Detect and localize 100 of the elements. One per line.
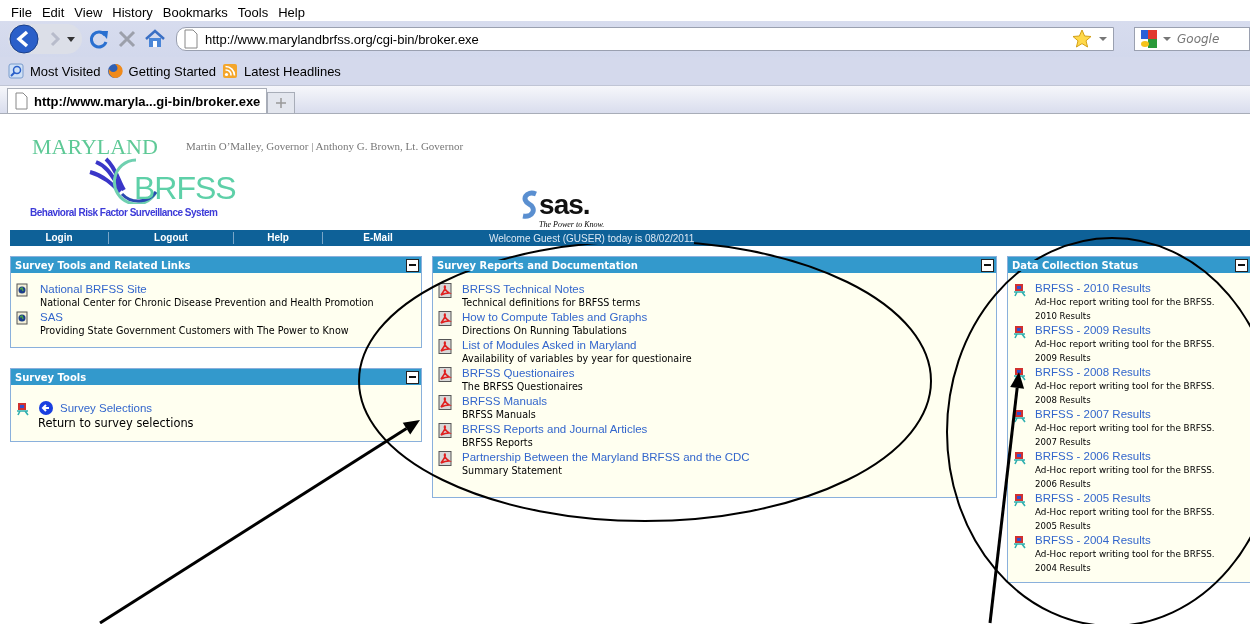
welcome-text: Welcome Guest (GUSER) today is 08/02/2011	[489, 232, 695, 244]
swirl-icon	[521, 190, 540, 220]
item-link[interactable]: SAS	[40, 310, 349, 324]
rss-icon	[222, 63, 239, 79]
bookmark-link[interactable]: Most Visited	[8, 63, 101, 79]
menu-item[interactable]: Bookmarks	[157, 5, 233, 20]
minimize-button[interactable]	[1235, 258, 1248, 272]
browser-tab[interactable]: http://www.maryla...gi-bin/broker.exe	[7, 88, 268, 113]
computer-icon	[1013, 324, 1027, 339]
star-icon	[1071, 28, 1093, 50]
item-link[interactable]: BRFSS - 2008 Results	[1035, 365, 1215, 379]
page-icon	[14, 92, 28, 110]
search-input[interactable]: Google	[1173, 32, 1239, 46]
nav-link[interactable]: Logout	[109, 232, 234, 244]
program-logo: BRFSS	[134, 172, 236, 204]
item-note: 2005 Results	[1035, 520, 1092, 532]
menu-item[interactable]: Help	[273, 5, 310, 20]
item-description: Providing State Government Customers with The Power to Know	[40, 324, 349, 338]
pdf-icon	[438, 311, 452, 326]
item-link[interactable]: BRFSS Technical Notes	[462, 282, 641, 296]
url-input[interactable]: http://www.marylandbrfss.org/cgi-bin/broker.exe	[205, 31, 1065, 47]
pdf-icon	[438, 451, 452, 466]
item-description: Ad-Hoc report writing tool for the BRFSS.	[1035, 506, 1215, 519]
item-link[interactable]: BRFSS - 2009 Results	[1035, 323, 1215, 337]
item-note: 2006 Results	[1035, 478, 1092, 490]
minimize-button[interactable]	[981, 258, 994, 272]
item-link[interactable]: National BRFSS Site	[40, 282, 374, 296]
fox-globe-icon	[106, 63, 123, 79]
nav-link[interactable]: Help	[234, 232, 323, 244]
panel-title: Survey Reports and Documentation	[437, 259, 638, 271]
menu-item[interactable]: Tools	[232, 5, 274, 20]
nav-link[interactable]: E-Mail	[323, 232, 433, 244]
item-note: 2008 Results	[1035, 394, 1092, 406]
item-description: Technical definitions for BRFSS terms	[462, 296, 641, 310]
nav-link[interactable]: Login	[10, 232, 109, 244]
pdf-icon	[438, 283, 452, 298]
globe-document-icon	[16, 283, 30, 298]
search-field[interactable]: Google	[1134, 27, 1250, 51]
item-note: 2009 Results	[1035, 352, 1092, 364]
item-description: Ad-Hoc report writing tool for the BRFSS.	[1035, 338, 1215, 351]
vendor-logo: sas.	[539, 193, 590, 217]
menu-item[interactable]: View	[69, 5, 108, 20]
panel-title: Survey Tools	[15, 371, 87, 383]
vendor-tagline: The Power to Know.	[539, 220, 605, 229]
menu-item[interactable]: History	[107, 5, 158, 20]
pdf-icon	[438, 339, 452, 354]
item-description: Ad-Hoc report writing tool for the BRFSS.	[1035, 464, 1215, 477]
minimize-button[interactable]	[406, 258, 419, 272]
item-description: Ad-Hoc report writing tool for the BRFSS.	[1035, 548, 1215, 561]
address-field[interactable]: http://www.marylandbrfss.org/cgi-bin/broker.exe	[176, 27, 1114, 51]
page-icon	[183, 29, 199, 49]
item-link[interactable]: BRFSS Questionaires	[462, 366, 583, 380]
item-description: Ad-Hoc report writing tool for the BRFSS.	[1035, 422, 1215, 435]
panel-title: Data Collection Status	[1012, 259, 1139, 271]
computer-icon	[16, 401, 30, 416]
item-note: 2010 Results	[1035, 310, 1092, 322]
item-link[interactable]: BRFSS - 2006 Results	[1035, 449, 1215, 463]
pdf-icon	[438, 395, 452, 410]
item-link[interactable]: BRFSS - 2004 Results	[1035, 533, 1215, 547]
item-link[interactable]: BRFSS Manuals	[462, 394, 547, 408]
menu-item[interactable]: Edit	[36, 5, 70, 20]
globe-document-icon	[16, 311, 30, 326]
item-link[interactable]: Partnership Between the Maryland BRFSS and the CDC	[462, 450, 750, 464]
item-link[interactable]: BRFSS Reports and Journal Articles	[462, 422, 648, 436]
item-link[interactable]: How to Compute Tables and Graphs	[462, 310, 648, 324]
program-name: Behavioral Risk Factor Surveillance System	[30, 206, 218, 219]
menu-item[interactable]: File	[6, 5, 37, 20]
pdf-icon	[438, 367, 452, 382]
item-description: Directions On Running Tabulations	[462, 324, 628, 338]
item-description: National Center for Chronic Disease Prevention and Health Promotion	[40, 296, 374, 310]
minimize-button[interactable]	[406, 370, 419, 384]
reload-icon[interactable]	[88, 28, 110, 50]
item-link[interactable]: Survey Selections	[60, 401, 153, 415]
item-link[interactable]: List of Modules Asked in Maryland	[462, 338, 692, 352]
item-link[interactable]: BRFSS - 2007 Results	[1035, 407, 1215, 421]
item-link[interactable]: BRFSS - 2005 Results	[1035, 491, 1215, 505]
item-note: 2004 Results	[1035, 562, 1092, 574]
back-forward-control[interactable]	[8, 24, 82, 54]
item-link[interactable]: BRFSS - 2010 Results	[1035, 281, 1215, 295]
caret-icon	[1163, 37, 1171, 41]
bookmark-link[interactable]: Latest Headlines	[222, 63, 341, 79]
state-logo: MARYLAND	[32, 136, 158, 158]
computer-icon	[1013, 282, 1027, 297]
item-description: Return to survey selections	[38, 416, 194, 431]
item-note: 2007 Results	[1035, 436, 1092, 448]
item-description: Ad-Hoc report writing tool for the BRFSS.	[1035, 296, 1215, 309]
item-description: Summary Statement	[462, 464, 563, 478]
caret-icon	[1099, 37, 1107, 41]
computer-icon	[1013, 492, 1027, 507]
search-icon	[8, 63, 24, 79]
bookmark-link[interactable]: Getting Started	[106, 63, 217, 79]
item-description: The BRFSS Questionaires	[462, 380, 583, 394]
item-description: Availability of variables by year for questionaire	[462, 352, 692, 366]
item-description: BRFSS Reports	[462, 436, 534, 450]
pdf-icon	[438, 423, 452, 438]
plus-icon	[276, 98, 287, 108]
item-description: BRFSS Manuals	[462, 408, 537, 422]
computer-icon	[1013, 534, 1027, 549]
home-icon[interactable]	[144, 28, 166, 50]
computer-icon	[1013, 450, 1027, 465]
